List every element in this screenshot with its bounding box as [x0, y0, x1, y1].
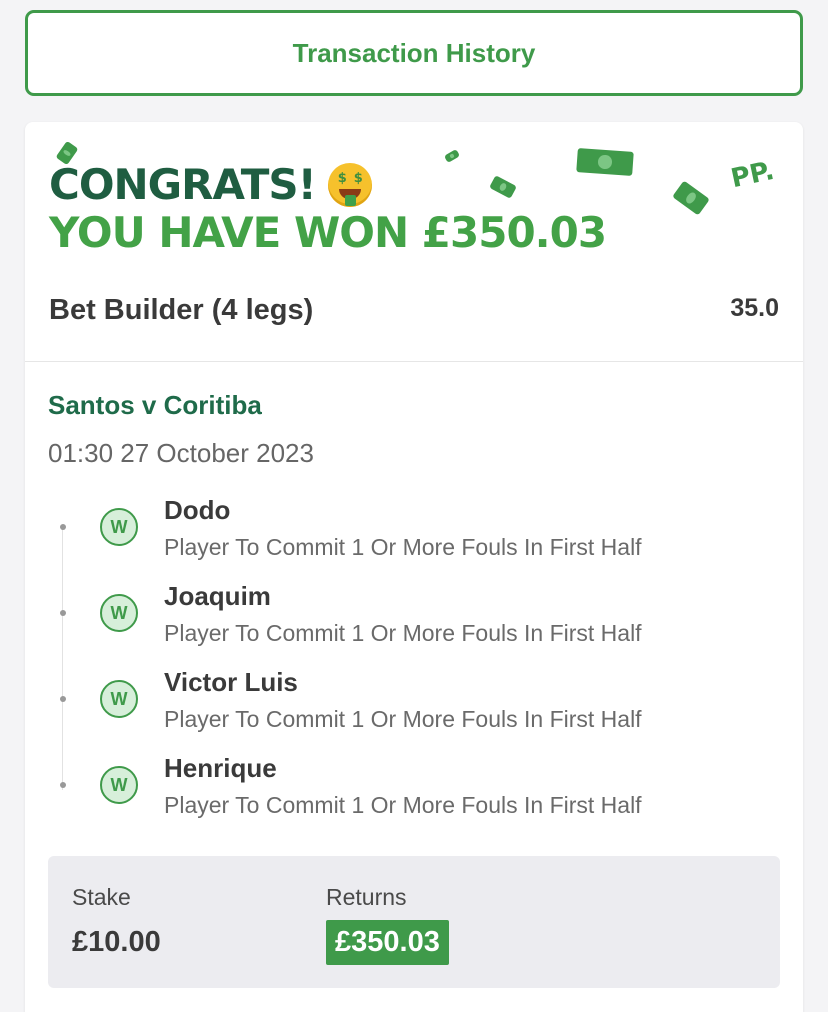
winnings-heading: YOU HAVE WON £350.03 — [49, 208, 607, 257]
leg-player-name: Victor Luis — [164, 667, 298, 697]
congrats-heading: CONGRATS! $ $ — [49, 160, 372, 210]
event-name[interactable]: Santos v Coritiba — [48, 390, 262, 421]
returns-value: £350.03 — [326, 920, 449, 965]
bet-leg: W Henrique Player To Commit 1 Or More Fo… — [25, 748, 803, 834]
win-badge-icon: W — [100, 594, 138, 632]
win-banner: PP. CONGRATS! $ $ YOU HAVE WON £350.03 B… — [25, 122, 803, 362]
banknote-icon — [672, 180, 710, 216]
bet-receipt-card: PP. CONGRATS! $ $ YOU HAVE WON £350.03 B… — [25, 122, 803, 1012]
win-badge-icon: W — [100, 508, 138, 546]
leg-market: Player To Commit 1 Or More Fouls In Firs… — [164, 706, 642, 732]
event-datetime: 01:30 27 October 2023 — [48, 438, 314, 468]
bet-type-title: Bet Builder (4 legs) — [49, 294, 314, 326]
leg-player-name: Henrique — [164, 753, 277, 783]
banknote-icon — [489, 175, 517, 199]
banknote-icon — [576, 148, 634, 176]
timeline-dot — [60, 696, 66, 702]
banknote-icon — [443, 149, 461, 163]
bet-leg: W Victor Luis Player To Commit 1 Or More… — [25, 662, 803, 748]
leg-player-name: Dodo — [164, 495, 231, 525]
win-badge-icon: W — [100, 680, 138, 718]
win-badge-icon: W — [100, 766, 138, 804]
stake-value: £10.00 — [72, 926, 161, 958]
congrats-text: CONGRATS! — [49, 160, 317, 209]
leg-player-name: Joaquim — [164, 581, 271, 611]
bet-legs-list: W Dodo Player To Commit 1 Or More Fouls … — [25, 490, 803, 834]
leg-market: Player To Commit 1 Or More Fouls In Firs… — [164, 534, 642, 560]
paddy-power-logo: PP. — [728, 155, 777, 195]
bet-summary: Stake Returns £10.00 £350.03 — [48, 856, 780, 988]
leg-market: Player To Commit 1 Or More Fouls In Firs… — [164, 792, 642, 818]
timeline-dot — [60, 524, 66, 530]
transaction-history-button[interactable]: Transaction History — [25, 10, 803, 96]
returns-label: Returns — [326, 884, 407, 910]
stake-label: Stake — [72, 884, 131, 910]
bet-odds: 35.0 — [730, 294, 779, 322]
timeline-dot — [60, 782, 66, 788]
timeline-dot — [60, 610, 66, 616]
leg-market: Player To Commit 1 Or More Fouls In Firs… — [164, 620, 642, 646]
bet-leg: W Dodo Player To Commit 1 Or More Fouls … — [25, 490, 803, 576]
money-mouth-face-icon: $ $ — [327, 163, 372, 207]
bet-leg: W Joaquim Player To Commit 1 Or More Fou… — [25, 576, 803, 662]
